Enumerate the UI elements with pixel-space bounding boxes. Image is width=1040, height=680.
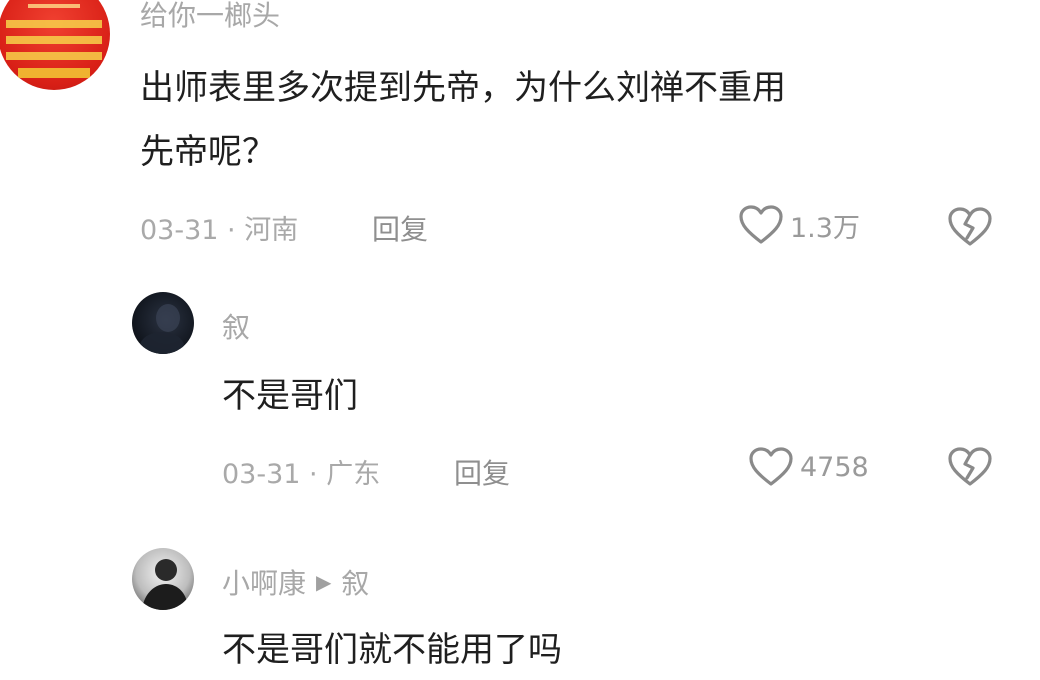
heart-outline-icon [748, 446, 794, 488]
meta-separator: · [300, 459, 327, 490]
dark-avatar-icon [140, 304, 184, 354]
dislike-button[interactable] [946, 206, 994, 252]
like-button[interactable]: 4758 [748, 446, 869, 488]
reply-to-username[interactable]: 叙 [341, 567, 369, 600]
comment-text-line-1: 不是哥们就不能用了吗 [222, 630, 562, 670]
broken-heart-icon [946, 447, 994, 492]
comment-text-line-1: 出师表里多次提到先帝，为什么刘禅不重用 [140, 68, 786, 108]
comment-location: 广东 [326, 459, 381, 490]
comment-text-line-1: 不是哥们 [222, 376, 358, 416]
avatar[interactable] [132, 548, 194, 610]
comment-username-line: 小啊康 ▶ 叙 [222, 562, 369, 602]
heart-outline-icon [738, 204, 784, 246]
like-button[interactable]: 1.3万 [738, 204, 860, 246]
like-count: 4758 [800, 451, 869, 483]
comment-text-line-2: 先帝呢？ [140, 132, 276, 172]
comment-date: 03-31 [140, 215, 219, 246]
reply-button[interactable]: 回复 [372, 208, 428, 248]
avatar[interactable] [0, 0, 110, 90]
play-arrow-icon: ▶ [316, 570, 332, 594]
person-avatar-icon [142, 559, 188, 610]
comment-username[interactable]: 小啊康 [222, 567, 306, 600]
meta-separator: · [218, 215, 245, 246]
dislike-button[interactable] [946, 446, 994, 492]
comment-date: 03-31 [222, 459, 301, 490]
comment-location: 河南 [244, 215, 299, 246]
comment-meta: 03-31 · 河南 [140, 208, 298, 247]
comment-username[interactable]: 给你一榔头 [140, 0, 280, 34]
comment-meta: 03-31 · 广东 [222, 452, 380, 491]
like-count: 1.3万 [790, 212, 860, 244]
avatar[interactable] [132, 292, 194, 354]
broken-heart-icon [946, 207, 994, 252]
reply-button[interactable]: 回复 [454, 452, 510, 492]
badge-avatar-icon [6, 4, 102, 78]
comment-username[interactable]: 叙 [222, 306, 250, 346]
